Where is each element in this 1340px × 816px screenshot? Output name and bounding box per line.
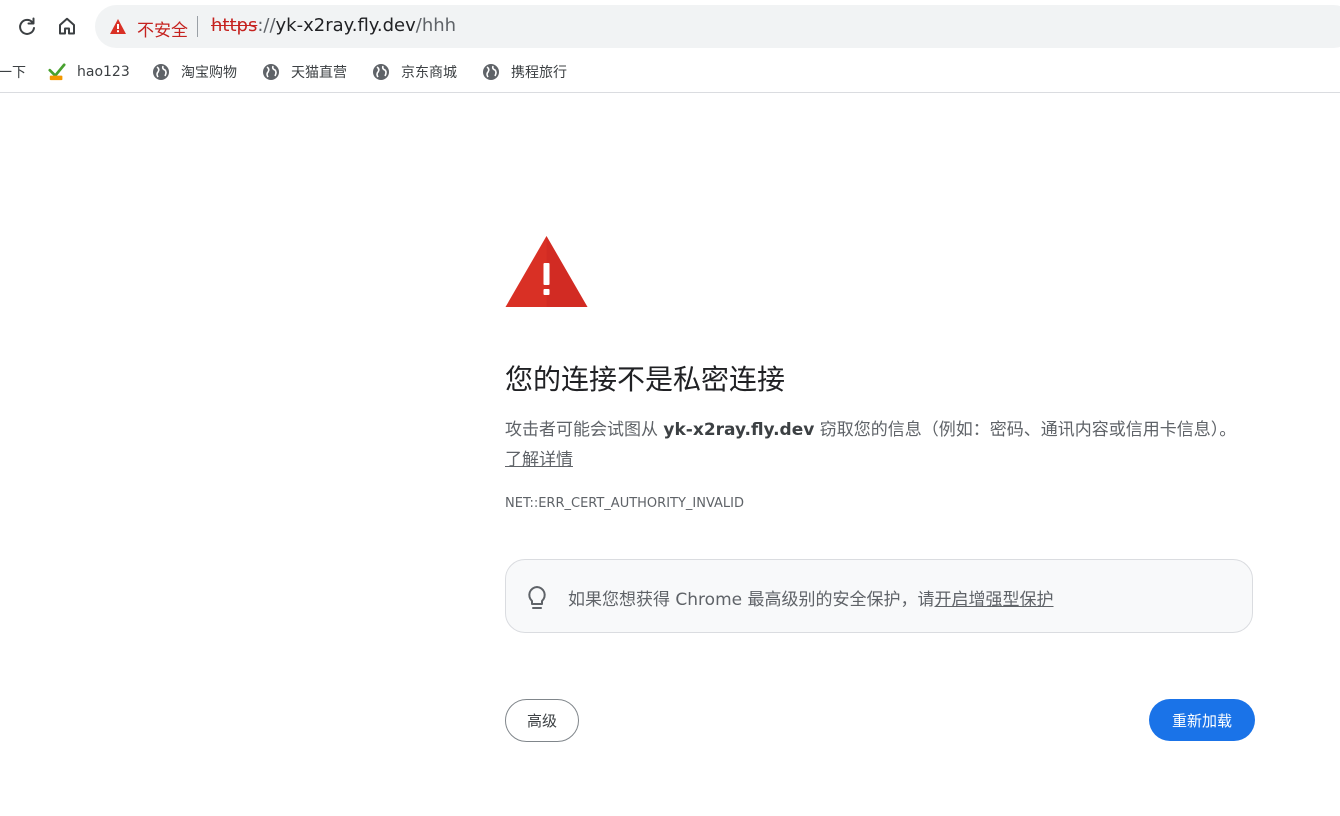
bookmark-label: 一下 (0, 65, 26, 81)
omnibox-separator (197, 16, 198, 37)
url-scheme-separator: :// (257, 15, 276, 36)
description-prefix: 攻击者可能会试图从 (505, 420, 664, 440)
url-scheme: https (211, 15, 258, 36)
enhanced-protection-tip: 如果您想获得 Chrome 最高级别的安全保护，请开启增强型保护 (505, 559, 1253, 633)
url-path: /hhh (415, 15, 457, 36)
description-suffix: 窃取您的信息（例如：密码、通讯内容或信用卡信息）。 (814, 420, 1237, 440)
url-text[interactable]: https://yk-x2ray.fly.dev/hhh (211, 15, 456, 36)
address-bar[interactable]: 不安全 https://yk-x2ray.fly.dev/hhh (95, 5, 1340, 48)
bookmark-item-jd[interactable]: 京东商城 (372, 60, 457, 84)
warning-description: 攻击者可能会试图从 yk-x2ray.fly.dev 窃取您的信息（例如：密码、… (505, 415, 1250, 475)
warning-triangle-icon (505, 236, 588, 307)
bookmark-label: 京东商城 (401, 65, 457, 81)
bookmark-label: hao123 (77, 64, 130, 80)
error-code[interactable]: NET::ERR_CERT_AUTHORITY_INVALID (505, 496, 744, 511)
bookmark-item-taobao[interactable]: 淘宝购物 (152, 60, 237, 84)
reload-page-button[interactable]: 重新加载 (1149, 699, 1255, 741)
tip-prefix: 如果您想获得 Chrome 最高级别的安全保护，请 (568, 590, 935, 610)
warning-triangle-icon[interactable] (109, 18, 127, 35)
globe-icon (153, 64, 169, 80)
bookmark-item-search[interactable]: 一下 (0, 60, 26, 84)
home-icon (59, 17, 75, 35)
hao123-logo-icon (48, 63, 66, 81)
description-host: yk-x2ray.fly.dev (663, 420, 815, 440)
lightbulb-icon (528, 586, 546, 609)
url-host: yk-x2ray.fly.dev (275, 15, 416, 36)
reload-button[interactable] (11, 10, 43, 42)
home-button[interactable] (51, 10, 83, 42)
learn-more-link[interactable]: 了解详情 (505, 450, 573, 470)
bookmark-item-hao123[interactable]: hao123 (48, 60, 130, 84)
advanced-button[interactable]: 高级 (505, 699, 579, 742)
bookmark-item-ctrip[interactable]: 携程旅行 (482, 60, 567, 84)
not-secure-label[interactable]: 不安全 (137, 16, 188, 41)
bookmark-label: 携程旅行 (511, 65, 567, 81)
globe-icon (263, 64, 279, 80)
reload-icon (19, 17, 35, 35)
bookmark-item-tmall[interactable]: 天猫直营 (262, 60, 347, 84)
page-title: 您的连接不是私密连接 (505, 363, 786, 396)
bookmark-label: 淘宝购物 (181, 65, 237, 81)
browser-toolbar: 不安全 https://yk-x2ray.fly.dev/hhh (0, 0, 1340, 52)
globe-icon (483, 64, 499, 80)
enhanced-protection-link[interactable]: 开启增强型保护 (935, 590, 1054, 610)
bookmark-label: 天猫直营 (291, 65, 347, 81)
tip-text: 如果您想获得 Chrome 最高级别的安全保护，请开启增强型保护 (568, 585, 1054, 610)
bookmarks-bar: 一下 hao123 淘宝购物 天猫直营 京东商城 携程旅行 (0, 52, 1340, 93)
globe-icon (373, 64, 389, 80)
